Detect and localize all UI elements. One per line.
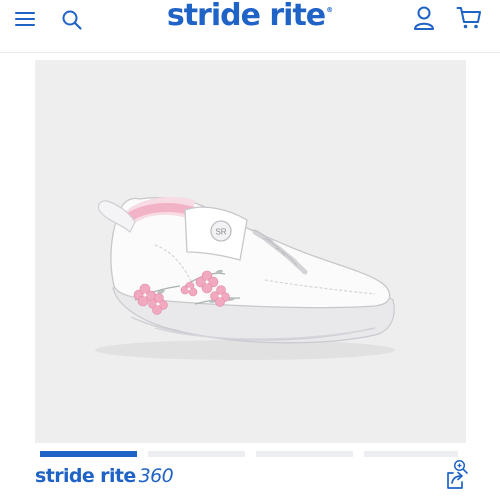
cart-button[interactable] [452,2,486,34]
brand-360-suffix: 360 [138,465,174,487]
share-button[interactable] [441,466,469,494]
product-image-shoe: SR [95,196,395,360]
account-icon [414,6,434,30]
product-image-area[interactable]: SR [35,60,468,474]
site-header: stride rite® [0,0,500,53]
registered-mark: ® [326,6,334,14]
shoe-badge-text: SR [215,228,226,237]
carousel-indicator-2[interactable] [148,451,245,457]
account-button[interactable] [408,2,440,34]
share-icon [447,471,463,489]
carousel-indicator-4[interactable] [364,451,458,457]
brand-360-text: stride rite [35,465,136,487]
carousel-indicators [40,451,458,457]
carousel-indicator-3[interactable] [256,451,353,457]
cart-icon [456,7,481,29]
stride-rite-360-logo[interactable]: stride rite 360 [35,465,174,487]
carousel-indicator-1[interactable] [40,451,137,457]
